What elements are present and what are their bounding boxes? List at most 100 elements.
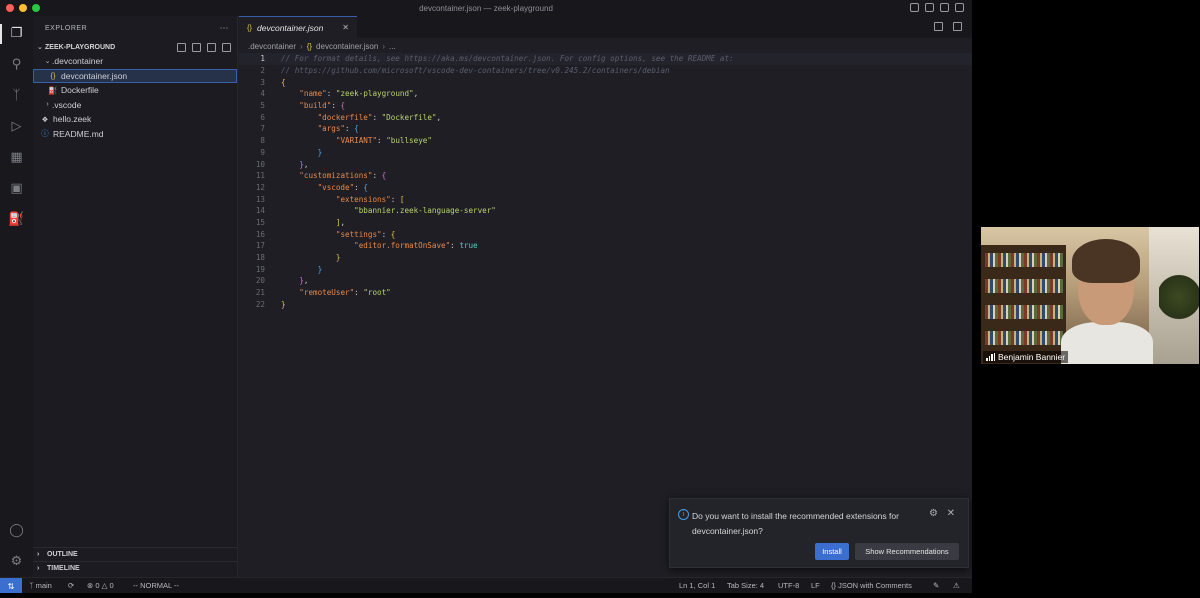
code-line: 22} (239, 298, 972, 310)
json-braces-icon: {} (50, 71, 56, 81)
tab-devcontainer-json[interactable]: {} devcontainer.json ✕ (239, 16, 357, 38)
manage-gear-icon[interactable]: ⚙ (8, 552, 25, 569)
new-folder-icon[interactable] (192, 42, 201, 52)
line-number: 10 (255, 159, 265, 169)
toggle-sidebar-icon[interactable] (910, 3, 919, 12)
toggle-panel-icon[interactable] (925, 3, 934, 12)
refresh-icon[interactable] (207, 42, 216, 52)
code-line: 17 "editor.formatOnSave": true (239, 240, 972, 252)
project-name: ZEEK-PLAYGROUND (45, 43, 116, 51)
close-icon[interactable]: ✕ (947, 508, 955, 519)
accounts-icon[interactable]: ◯ (8, 521, 25, 538)
editor-actions (934, 22, 962, 31)
participant-name-label: Benjamin Bannier (983, 351, 1069, 363)
breadcrumb-item[interactable]: .devcontainer (248, 42, 296, 51)
run-debug-icon[interactable]: ▷ (8, 117, 25, 134)
timeline-label: TIMELINE (47, 565, 80, 572)
active-view-indicator (0, 24, 2, 44)
remote-explorer-icon[interactable]: ▣ (8, 179, 25, 196)
chevron-down-icon: ⌄ (37, 44, 43, 51)
code-line: 13 "extensions": [ (239, 193, 972, 205)
tree-item-devcontainer-json[interactable]: {} devcontainer.json (33, 68, 237, 83)
zoom-window-button[interactable] (32, 4, 40, 12)
warning-icon: △ (99, 581, 110, 590)
line-number: 15 (255, 217, 265, 227)
cursor-position[interactable]: Ln 1, Col 1 (679, 581, 715, 590)
customize-layout-icon[interactable] (955, 3, 964, 12)
show-recommendations-button[interactable]: Show Recommendations (855, 543, 959, 560)
tree-item-devcontainer-folder[interactable]: ⌄ .devcontainer (33, 54, 237, 69)
close-window-button[interactable] (6, 4, 14, 12)
branch-status[interactable]: ᛉ main (29, 581, 52, 590)
json-key: "name" (299, 89, 327, 99)
new-file-icon[interactable] (177, 42, 186, 52)
line-number: 9 (260, 147, 265, 157)
line-number: 11 (255, 171, 265, 181)
code-line: 16 "settings": { (239, 228, 972, 240)
tree-item-dockerfile[interactable]: ⛽ Dockerfile (33, 83, 237, 98)
split-editor-icon[interactable] (934, 22, 943, 31)
remote-indicator-icon[interactable]: ⇅ (0, 578, 22, 593)
encoding[interactable]: UTF-8 (778, 581, 799, 590)
explorer-icon[interactable]: ❐ (8, 24, 25, 41)
json-key: "editor.formatOnSave" (354, 241, 451, 251)
docker-icon[interactable]: ⛽ (8, 210, 25, 227)
window-title: devcontainer.json — zeek-playground (419, 3, 553, 13)
branch-icon: ᛉ (29, 581, 36, 590)
language-mode[interactable]: {} JSON with Comments (831, 581, 912, 590)
collapse-all-icon[interactable] (222, 42, 231, 52)
feedback-icon[interactable]: ✎ (933, 581, 939, 590)
outline-section[interactable]: › OUTLINE (33, 547, 237, 561)
line-number: 18 (255, 253, 265, 263)
project-folder[interactable]: ⌄ ZEEK-PLAYGROUND (33, 40, 237, 54)
line-number: 3 (260, 77, 265, 87)
line-number: 13 (255, 194, 265, 204)
more-actions-icon[interactable]: ⋯ (220, 23, 230, 34)
json-key: "extensions" (335, 194, 391, 204)
tree-item-label: .devcontainer (52, 56, 104, 67)
tab-size[interactable]: Tab Size: 4 (727, 581, 764, 590)
gear-icon[interactable]: ⚙ (929, 508, 938, 519)
chevron-down-icon: ⌄ (44, 58, 51, 66)
sync-icon[interactable]: ⟳ (68, 581, 74, 590)
notifications-bell-icon[interactable]: ⚠ (953, 581, 960, 590)
code-editor[interactable]: 1 // For format details, see https://aka.… (239, 53, 972, 310)
signal-strength-icon (986, 353, 995, 361)
timeline-section[interactable]: › TIMELINE (33, 561, 237, 575)
tree-item-hello-zeek[interactable]: ❖ hello.zeek (33, 112, 237, 127)
json-string: "bullseye" (386, 136, 432, 146)
line-number: 7 (260, 124, 265, 134)
line-number: 17 (255, 241, 265, 251)
close-tab-icon[interactable]: ✕ (342, 23, 349, 32)
explorer-sidebar: EXPLORER ⋯ ⌄ ZEEK-PLAYGROUND ⌄ .devconta… (33, 16, 238, 577)
tab-label: devcontainer.json (257, 22, 324, 33)
code-line: 10 }, (239, 158, 972, 170)
source-control-icon[interactable]: ᛉ (8, 86, 25, 103)
problems-status[interactable]: ⊗ 0 △ 0 (87, 581, 114, 590)
info-icon: i (678, 509, 689, 520)
breadcrumb-item[interactable]: ... (389, 42, 396, 51)
code-line: 18 } (239, 252, 972, 264)
json-key: "dockerfile" (317, 112, 373, 122)
code-line: 15 ], (239, 217, 972, 229)
install-button[interactable]: Install (815, 543, 849, 560)
tree-item-vscode-folder[interactable]: › .vscode (33, 98, 237, 113)
notification-message: Do you want to install the recommended e… (692, 511, 899, 536)
line-number: 14 (255, 206, 265, 216)
search-icon[interactable]: ⚲ (8, 55, 25, 72)
line-ending[interactable]: LF (811, 581, 820, 590)
json-braces-icon: {} (247, 23, 253, 32)
extensions-icon[interactable]: ▦ (8, 148, 25, 165)
tree-item-readme[interactable]: ⓘ README.md (33, 127, 237, 142)
line-number: 1 (260, 54, 265, 64)
breadcrumb-item[interactable]: devcontainer.json (316, 42, 378, 51)
info-icon: ⓘ (41, 129, 49, 139)
breadcrumb-separator-icon: › (382, 41, 385, 51)
line-number: 6 (260, 112, 265, 122)
more-actions-icon[interactable] (953, 22, 962, 31)
code-line: 4 "name": "zeek-playground", (239, 88, 972, 100)
toggle-secondary-sidebar-icon[interactable] (940, 3, 949, 12)
minimize-window-button[interactable] (19, 4, 27, 12)
participant-name: Benjamin Bannier (998, 352, 1066, 362)
video-participant-tile: Benjamin Bannier (981, 227, 1199, 364)
